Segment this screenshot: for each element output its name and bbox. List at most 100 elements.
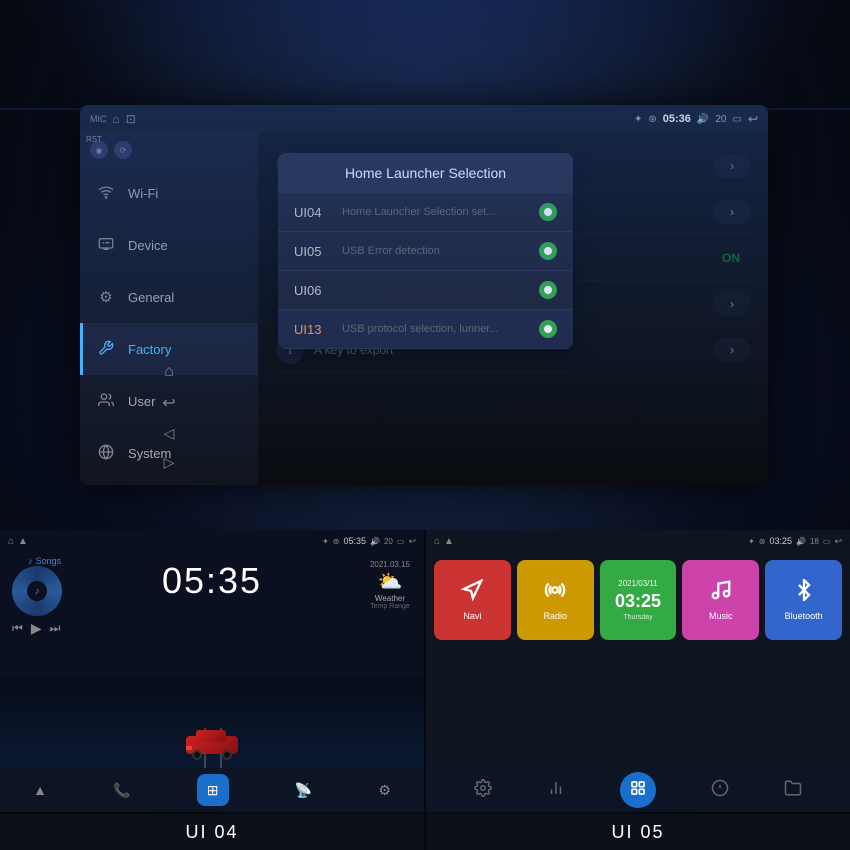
signal-status-icon: ⊛ [648,114,656,125]
vol-status-icon: 🔊 [697,114,709,125]
app-tile-radio[interactable]: Radio [517,560,594,640]
ui05-back-icon[interactable]: ↩ [834,536,842,547]
ui05-screen: ⌂ ▲ ✦ ⊛ 03:25 🔊 18 ▭ ↩ [426,530,850,812]
status-bar-right: ✦ ⊛ 05:36 🔊 20 ▭ ↩ [634,112,758,126]
dialog-item-ui13[interactable]: UI13 USB protocol selection, lunner... [278,310,573,349]
dialog-title: Home Launcher Selection [278,153,573,193]
dialog-item-ui04[interactable]: UI04 Home Launcher Selection set... [278,193,573,232]
ui04-battery: 20 [384,537,393,546]
ui05-chart-icon[interactable] [547,779,565,802]
ui05-battery-icon: ▭ [823,537,831,546]
ui05-battery: 18 [810,537,819,546]
ui04-home-icon: ⌂ [8,536,14,547]
play-icon[interactable]: ▶ [31,620,42,637]
ui04-nav-bar: ▲ 📞 ⊞ 📡 ⚙ [0,768,424,812]
weather-icon: ⛅ [370,569,410,594]
back-icon[interactable]: ↩ [748,112,758,126]
weather-date: 2021.03.15 [370,560,410,569]
wifi-icon [96,184,116,203]
ui06-option-label: UI06 [294,283,330,298]
next-icon[interactable]: ⏭ [50,621,61,636]
ui05-settings-icon[interactable] [474,779,492,802]
music-label: Music [709,611,733,621]
battery-value: 20 [715,114,726,125]
ui05-option-text: USB Error detection [342,245,527,257]
ui05-home-icon [630,780,646,801]
sidebar-item-device[interactable]: Device [80,219,258,271]
ui04-status-right: ✦ ⊛ 05:35 🔊 20 ▭ ↩ [322,536,416,547]
ui05-label: UI 05 [426,814,850,850]
prev-icon[interactable]: ⏮ [12,621,23,636]
app-tile-bluetooth[interactable]: Bluetooth [765,560,842,640]
ui04-nav-map[interactable]: ▲ [33,782,47,798]
music-controls: ⏮ ▶ ⏭ [12,620,68,637]
ui04-battery-icon: ▭ [397,537,405,546]
sidebar-top-dots: ◉ ⟳ [80,133,258,167]
dialog-item-ui05[interactable]: UI05 USB Error detection [278,232,573,271]
sidebar-vol-up-icon[interactable]: ▷ [164,454,175,471]
ui05-bt-icon: ✦ [748,537,755,546]
sidebar-back-icon[interactable]: ↩ [162,393,175,413]
navi-icon [461,579,483,607]
ui04-label: UI 04 [0,814,424,850]
ui04-nav-settings[interactable]: ⚙ [378,782,391,799]
gear-icon: ⚙ [96,288,116,306]
ui05-folder-icon[interactable] [784,779,802,802]
radio-icon [544,579,566,607]
sidebar: ◉ ⟳ Wi-Fi [80,133,258,485]
ui06-radio[interactable] [539,281,557,299]
dialog-overlay[interactable]: Home Launcher Selection UI04 Home Launch… [258,133,768,485]
ui05-option-label: UI05 [294,244,330,259]
clock-date: 2021/03/11 [618,579,657,588]
ui04-nav-phone[interactable]: 📞 [113,782,130,799]
ui04-vol-icon: 🔊 [370,537,380,546]
weather-label: Weather [370,594,410,603]
status-time: 05:36 [663,113,691,125]
ui04-status-left: ⌂ ▲ [8,536,28,547]
ui13-radio[interactable] [539,320,557,338]
sidebar-home-icon[interactable]: ⌂ [164,363,174,381]
music-disc: ♪ [12,566,62,616]
app-tile-clock[interactable]: 2021/03/11 03:25 Thursday [600,560,677,640]
songs-label: ♪ Songs [28,556,61,566]
factory-label: Factory [128,342,171,357]
ui04-container: ⌂ ▲ ✦ ⊛ 05:35 🔊 20 ▭ ↩ ♪ Songs [0,530,424,850]
ui05-gear-icon[interactable] [711,779,729,802]
bt-status-icon: ✦ [634,114,642,125]
center-clock: 05:35 [162,560,262,602]
ui05-status-left: ⌂ ▲ [434,536,454,547]
ui05-time: 03:25 [769,536,792,546]
wrench-icon [96,340,116,359]
sidebar-item-general[interactable]: ⚙ General [80,271,258,323]
ui05-radio[interactable] [539,242,557,260]
app-tile-navi[interactable]: Navi [434,560,511,640]
app-tile-music[interactable]: Music [682,560,759,640]
status-bar: MIC ⌂ ⊡ ✦ ⊛ 05:36 🔊 20 ▭ ↩ [80,105,768,133]
status-bar-left: MIC ⌂ ⊡ [90,112,136,126]
ui13-option-label: UI13 [294,322,330,337]
ui05-home-btn[interactable] [620,772,656,808]
clock-time: 03:25 [615,592,661,610]
sidebar-item-wifi[interactable]: Wi-Fi [80,167,258,219]
ui04-nav-signal[interactable]: 📡 [295,782,312,799]
camera-icon: ⊡ [126,112,136,126]
ui05-apps-grid: Navi Radio 2021/03/11 03:25 [434,552,842,640]
dialog-item-ui06[interactable]: UI06 [278,271,573,310]
sidebar-vol-down-icon[interactable]: ◁ [164,425,175,442]
mini-car [186,728,238,760]
main-screen: MIC ⌂ ⊡ ✦ ⊛ 05:36 🔊 20 ▭ ↩ RST ◉ ⟳ [80,105,768,485]
ui04-signal-icon: ⊛ [333,537,340,546]
music-disc-inner: ♪ [27,581,47,601]
ui05-signal-icon: ⊛ [759,537,766,546]
general-label: General [128,290,174,305]
home-grid-icon: ⊞ [207,782,219,799]
ui04-back-icon[interactable]: ↩ [408,536,416,547]
ui04-option-label: UI04 [294,205,330,220]
ui04-nav-home[interactable]: ⊞ [197,774,229,806]
mic-label: MIC [90,114,107,124]
ui04-radio[interactable] [539,203,557,221]
bottom-screens: ⌂ ▲ ✦ ⊛ 05:35 🔊 20 ▭ ↩ ♪ Songs [0,530,850,850]
wifi-label: Wi-Fi [128,186,158,201]
ui05-home-icon: ⌂ [434,536,440,547]
ui04-option-text: Home Launcher Selection set... [342,206,527,218]
